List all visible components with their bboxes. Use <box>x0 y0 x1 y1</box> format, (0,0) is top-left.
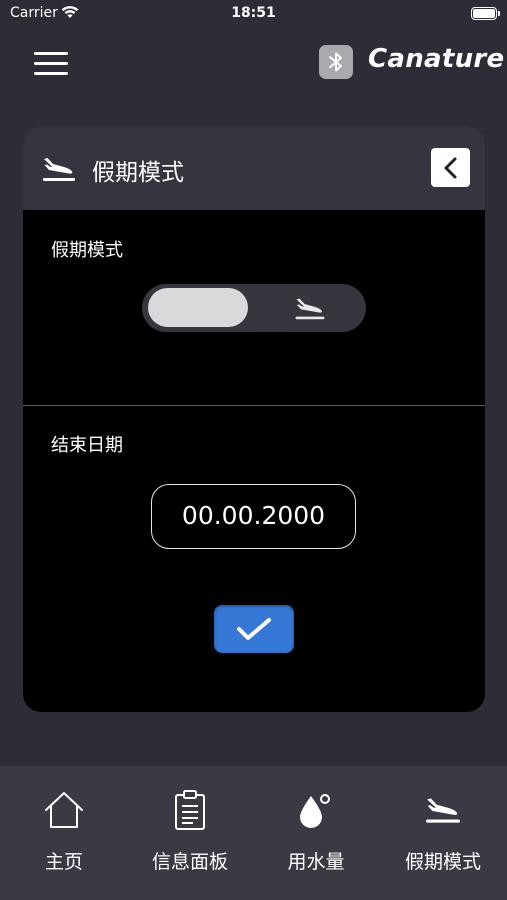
card-title: 假期模式 <box>92 160 184 186</box>
section-divider <box>23 405 485 406</box>
brand-logo: Canature <box>368 44 505 74</box>
tab-bar: 主页 信息面板 用水量 假期模式 <box>0 766 507 900</box>
app-header: Canature <box>0 28 507 98</box>
checkmark-icon <box>237 618 271 640</box>
chevron-left-icon <box>444 157 457 179</box>
tab-home[interactable]: 主页 <box>1 766 127 900</box>
water-drop-icon <box>300 794 330 828</box>
airplane-icon <box>295 298 325 320</box>
menu-icon[interactable] <box>34 50 70 78</box>
tab-info-panel[interactable]: 信息面板 <box>127 766 253 900</box>
battery-icon <box>471 7 500 20</box>
confirm-button[interactable] <box>214 605 294 653</box>
mode-section-label: 假期模式 <box>51 240 123 261</box>
tab-home-label: 主页 <box>44 851 83 873</box>
end-date-label: 结束日期 <box>51 435 123 456</box>
airplane-icon <box>426 798 460 823</box>
back-button[interactable] <box>431 148 470 187</box>
home-icon <box>45 792 83 828</box>
clipboard-icon <box>175 790 205 830</box>
vacation-mode-toggle[interactable] <box>142 284 366 332</box>
status-time: 18:51 <box>231 5 276 21</box>
tab-water-usage-label: 用水量 <box>287 851 345 873</box>
vacation-mode-card: 假期模式 假期模式 结束日期 00.00.2000 <box>23 126 485 712</box>
tab-vacation-mode-label: 假期模式 <box>404 851 481 873</box>
toggle-knob <box>148 288 248 327</box>
bluetooth-icon[interactable] <box>319 45 353 79</box>
tab-info-panel-label: 信息面板 <box>151 851 228 873</box>
airplane-icon <box>43 158 75 181</box>
tab-water-usage[interactable]: 用水量 <box>253 766 379 900</box>
tab-vacation-mode[interactable]: 假期模式 <box>380 766 506 900</box>
status-bar: Carrier 18:51 <box>0 0 507 28</box>
end-date-field[interactable]: 00.00.2000 <box>151 484 356 549</box>
card-header: 假期模式 <box>23 126 485 210</box>
